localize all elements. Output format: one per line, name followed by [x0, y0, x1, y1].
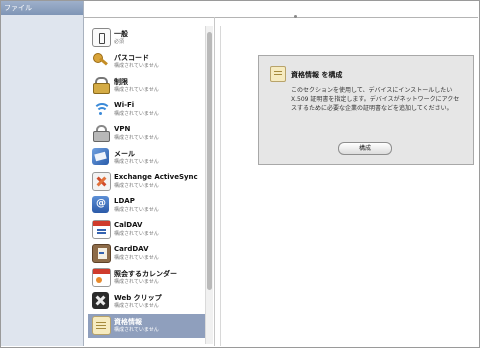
- wifi-icon: [92, 100, 111, 117]
- payload-list-scrollbar[interactable]: [205, 26, 213, 344]
- panel-description: このセクションを使用して、デバイスにインストールしたいX.509 証明書を指定し…: [291, 87, 460, 112]
- payload-status: 構成されていません: [114, 303, 159, 309]
- payload-status: 構成されていません: [114, 111, 159, 117]
- credential-icon: [92, 316, 111, 335]
- payload-item-web-clips[interactable]: Web クリップ 構成されていません: [88, 290, 205, 314]
- payload-title: VPN: [114, 125, 131, 133]
- certificate-icon: [270, 66, 286, 82]
- payload-status: 構成されていません: [114, 327, 159, 333]
- split-grip-icon[interactable]: [294, 15, 297, 18]
- payload-title: CardDAV: [114, 245, 149, 253]
- payload-status: 構成されていません: [114, 207, 159, 213]
- payload-status: 構成されていません: [114, 183, 159, 189]
- payload-status: 構成されていません: [114, 231, 159, 237]
- payload-status: 構成されていません: [114, 159, 159, 165]
- payload-item-carddav[interactable]: CardDAV 構成されていません: [88, 242, 205, 266]
- payload-title: LDAP: [114, 197, 135, 205]
- calendar-icon: [92, 220, 111, 239]
- restrictions-icon: [92, 76, 110, 94]
- sidebar-header-files[interactable]: ファイル: [1, 1, 83, 15]
- mail-icon: [92, 148, 109, 165]
- web-clip-icon: [92, 292, 109, 309]
- payload-item-subscribed-calendars[interactable]: 照会するカレンダー 構成されていません: [88, 266, 205, 290]
- payload-status: 必須: [114, 39, 125, 45]
- address-book-icon: [92, 244, 111, 263]
- payload-item-wifi[interactable]: Wi-Fi 構成されていません: [88, 98, 205, 122]
- payload-status: 構成されていません: [114, 135, 159, 141]
- top-toolbar: [84, 1, 478, 18]
- pane-divider[interactable]: [214, 17, 215, 346]
- payload-status: 構成されていません: [114, 63, 159, 69]
- source-list-sidebar[interactable]: ファイル: [1, 1, 84, 346]
- payload-item-vpn[interactable]: VPN 構成されていません: [88, 122, 205, 146]
- scrollbar-thumb[interactable]: [207, 32, 212, 290]
- payload-item-general[interactable]: 一般 必須: [88, 26, 205, 50]
- payload-list[interactable]: 一般 必須 パスコード 構成されていません 制限 構成されていません Wi-Fi…: [88, 26, 205, 344]
- payload-item-mail[interactable]: メール 構成されていません: [88, 146, 205, 170]
- general-icon: [92, 28, 111, 47]
- payload-item-exchange[interactable]: Exchange ActiveSync 構成されていません: [88, 170, 205, 194]
- payload-status: 構成されていません: [114, 87, 159, 93]
- exchange-icon: [92, 172, 111, 191]
- payload-item-ldap[interactable]: @ LDAP 構成されていません: [88, 194, 205, 218]
- payload-item-passcode[interactable]: パスコード 構成されていません: [88, 50, 205, 74]
- ldap-icon: @: [92, 196, 109, 213]
- key-icon: [92, 52, 109, 69]
- payload-title: Wi-Fi: [114, 101, 135, 109]
- payload-title: CalDAV: [114, 221, 143, 229]
- subscribed-calendar-icon: [92, 268, 111, 287]
- lock-icon: [92, 124, 110, 142]
- payload-status: 構成されていません: [114, 255, 159, 261]
- payload-title: Exchange ActiveSync: [114, 173, 198, 181]
- payload-item-credentials[interactable]: 資格情報 構成されていません: [88, 314, 205, 338]
- payload-item-restrictions[interactable]: 制限 構成されていません: [88, 74, 205, 98]
- panel-title: 資格情報 を構成: [291, 71, 343, 79]
- payload-status: 構成されていません: [114, 279, 159, 285]
- payload-item-caldav[interactable]: CalDAV 構成されていません: [88, 218, 205, 242]
- configure-button[interactable]: 構成: [338, 142, 392, 155]
